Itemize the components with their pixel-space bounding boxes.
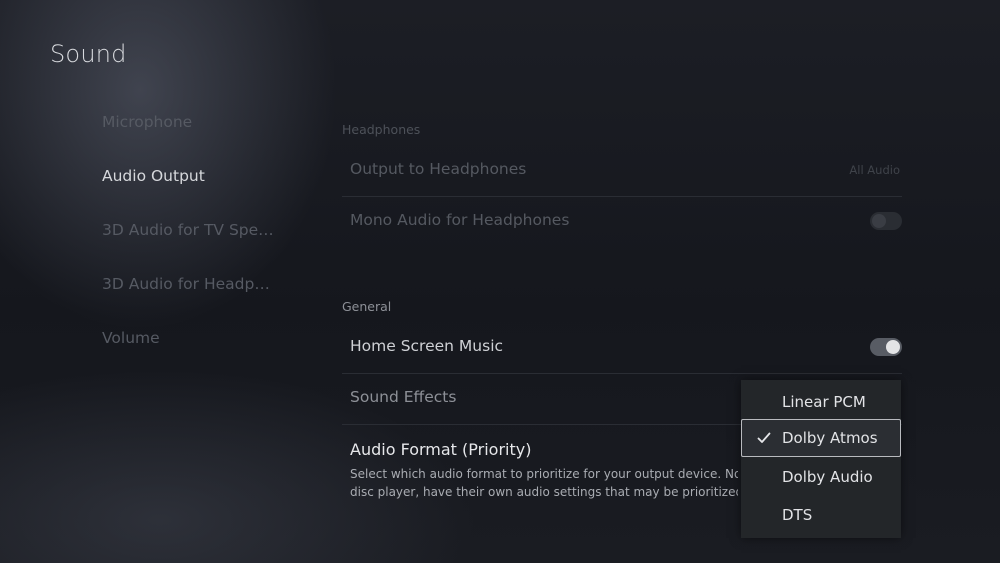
sidebar-item-volume[interactable]: Volume [102,326,277,380]
option-dolby-audio[interactable]: Dolby Audio [741,458,901,496]
output-to-headphones-row[interactable]: Output to Headphones All Audio [342,146,902,197]
option-label: DTS [782,506,813,524]
audio-format-description-line-1: Select which audio format to prioritize … [350,467,738,481]
mono-audio-label: Mono Audio for Headphones [350,211,570,229]
sidebar-item-3d-audio-tv-speakers[interactable]: 3D Audio for TV Speak... [102,218,277,272]
audio-format-dropdown: Linear PCM Dolby Atmos Dolby Audio DTS [741,380,901,538]
mono-audio-toggle[interactable] [870,212,902,230]
sidebar: Microphone Audio Output 3D Audio for TV … [102,110,302,380]
output-to-headphones-value: All Audio [849,163,900,177]
audio-format-description: Select which audio format to prioritize … [350,465,738,501]
option-label: Linear PCM [782,393,866,411]
section-header-general: General [342,299,392,314]
toggle-knob [886,340,900,354]
option-label: Dolby Audio [782,468,873,486]
home-screen-music-row[interactable]: Home Screen Music [342,323,902,374]
mono-audio-row[interactable]: Mono Audio for Headphones [342,197,902,247]
output-to-headphones-label: Output to Headphones [350,160,527,178]
audio-format-description-line-2: disc player, have their own audio settin… [350,485,738,499]
option-label: Dolby Atmos [782,429,878,447]
option-dolby-atmos[interactable]: Dolby Atmos [741,419,901,457]
checkmark-icon [757,432,771,443]
sound-effects-label: Sound Effects [350,388,457,406]
page-title: Sound [50,40,127,68]
audio-format-row[interactable]: Audio Format (Priority) Select which aud… [350,440,750,501]
sidebar-item-3d-audio-headphones[interactable]: 3D Audio for Headpho... [102,272,277,326]
home-screen-music-label: Home Screen Music [350,337,504,355]
toggle-knob [872,214,886,228]
sidebar-item-microphone[interactable]: Microphone [102,110,277,164]
sidebar-item-audio-output[interactable]: Audio Output [102,164,277,218]
audio-format-label: Audio Format (Priority) [350,440,532,459]
home-screen-music-toggle[interactable] [870,338,902,356]
option-linear-pcm[interactable]: Linear PCM [741,383,901,421]
option-dts[interactable]: DTS [741,496,901,534]
section-header-headphones: Headphones [342,122,421,137]
sound-settings-screen: Sound Microphone Audio Output 3D Audio f… [0,0,1000,563]
